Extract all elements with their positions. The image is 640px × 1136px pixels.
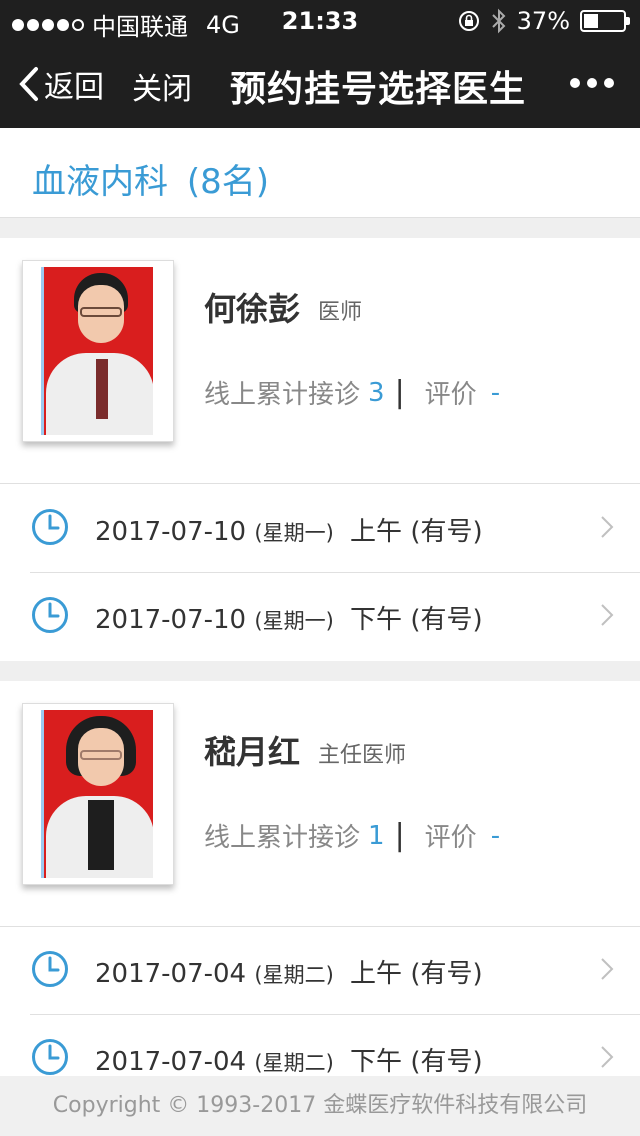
back-label: 返回	[44, 70, 104, 105]
divider: |	[394, 818, 405, 853]
rating-value: -	[490, 377, 501, 408]
rating-label: 评价	[424, 823, 477, 853]
section-gap	[0, 218, 640, 238]
slot-weekday: (星期一)	[254, 521, 334, 545]
copyright-footer: Copyright © 1993-2017 金蝶医疗软件科技有限公司	[0, 1076, 640, 1136]
doctor-portrait	[41, 710, 153, 878]
slot-status: (有号)	[410, 1047, 483, 1077]
doctor-title: 医师	[318, 300, 363, 325]
section-gap	[0, 661, 640, 681]
slot-period: 下午	[350, 1047, 403, 1077]
doctor-name: 何徐彭	[204, 290, 301, 328]
slot-weekday: (星期二)	[254, 963, 334, 987]
status-bar: 中国联通 4G 21:33 37%	[0, 0, 640, 41]
slot-date: 2017-07-04	[95, 959, 247, 989]
chevron-right-icon	[601, 516, 614, 538]
clock-icon	[32, 597, 68, 633]
chevron-right-icon	[601, 1046, 614, 1068]
slot-text: 2017-07-04 (星期二) 上午 (有号)	[95, 953, 483, 990]
slot-weekday: (星期二)	[254, 1051, 334, 1075]
doctor-name: 嵇月红	[204, 733, 301, 771]
bluetooth-icon	[491, 8, 506, 34]
clock-icon	[32, 1039, 68, 1075]
department-name: 血液内科	[32, 162, 168, 202]
slot-date: 2017-07-10	[95, 605, 247, 635]
chevron-right-icon	[601, 604, 614, 626]
slot-date: 2017-07-04	[95, 1047, 247, 1077]
doctor-count: (8名)	[186, 162, 269, 202]
battery-level	[584, 14, 598, 28]
slot-status: (有号)	[410, 959, 483, 989]
doctor-photo	[22, 703, 174, 885]
close-button[interactable]: 关闭	[132, 64, 192, 108]
rating-label: 评价	[424, 380, 477, 410]
schedule-slot[interactable]: 2017-07-10 (星期一) 上午 (有号)	[0, 485, 640, 573]
department-title: 血液内科 (8名)	[32, 154, 269, 203]
page-title: 预约挂号选择医生	[230, 69, 527, 110]
slot-text: 2017-07-10 (星期一) 上午 (有号)	[95, 511, 483, 548]
clock-icon	[32, 509, 68, 545]
battery-icon	[580, 10, 630, 32]
slot-weekday: (星期一)	[254, 609, 334, 633]
schedule-slot[interactable]: 2017-07-10 (星期一) 下午 (有号)	[0, 573, 640, 661]
battery-percent: 37%	[516, 7, 570, 35]
more-menu-icon[interactable]	[570, 78, 614, 88]
doctor-card[interactable]: 嵇月红 主任医师 线上累计接诊 1 | 评价 -	[0, 681, 640, 927]
clock-icon	[32, 951, 68, 987]
visits-label: 线上累计接诊	[204, 380, 361, 410]
rating-value: -	[490, 820, 501, 851]
divider: |	[394, 375, 405, 410]
slot-text: 2017-07-10 (星期一) 下午 (有号)	[95, 599, 483, 636]
slot-text: 2017-07-04 (星期二) 下午 (有号)	[95, 1041, 483, 1078]
doctor-portrait	[41, 267, 153, 435]
slot-period: 上午	[350, 959, 403, 989]
back-button[interactable]: 返回	[18, 62, 104, 106]
slot-date: 2017-07-10	[95, 517, 247, 547]
rotation-lock-icon	[458, 11, 479, 31]
visits-count: 3	[368, 377, 385, 408]
chevron-left-icon	[19, 67, 38, 101]
visits-label: 线上累计接诊	[204, 823, 361, 853]
doctor-card[interactable]: 何徐彭 医师 线上累计接诊 3 | 评价 -	[0, 238, 640, 484]
slot-period: 上午	[350, 517, 403, 547]
department-header: 血液内科 (8名)	[0, 128, 640, 218]
slot-status: (有号)	[410, 517, 483, 547]
schedule-slot[interactable]: 2017-07-04 (星期二) 上午 (有号)	[0, 927, 640, 1015]
doctor-photo	[22, 260, 174, 442]
slot-period: 下午	[350, 605, 403, 635]
visits-count: 1	[368, 820, 385, 851]
nav-bar: 返回 关闭 预约挂号选择医生	[0, 40, 640, 128]
doctor-stats: 线上累计接诊 3 | 评价 -	[204, 374, 500, 411]
doctor-title: 主任医师	[318, 743, 407, 768]
status-right: 37%	[457, 7, 630, 35]
slot-status: (有号)	[410, 605, 483, 635]
chevron-right-icon	[601, 958, 614, 980]
doctor-stats: 线上累计接诊 1 | 评价 -	[204, 817, 500, 854]
